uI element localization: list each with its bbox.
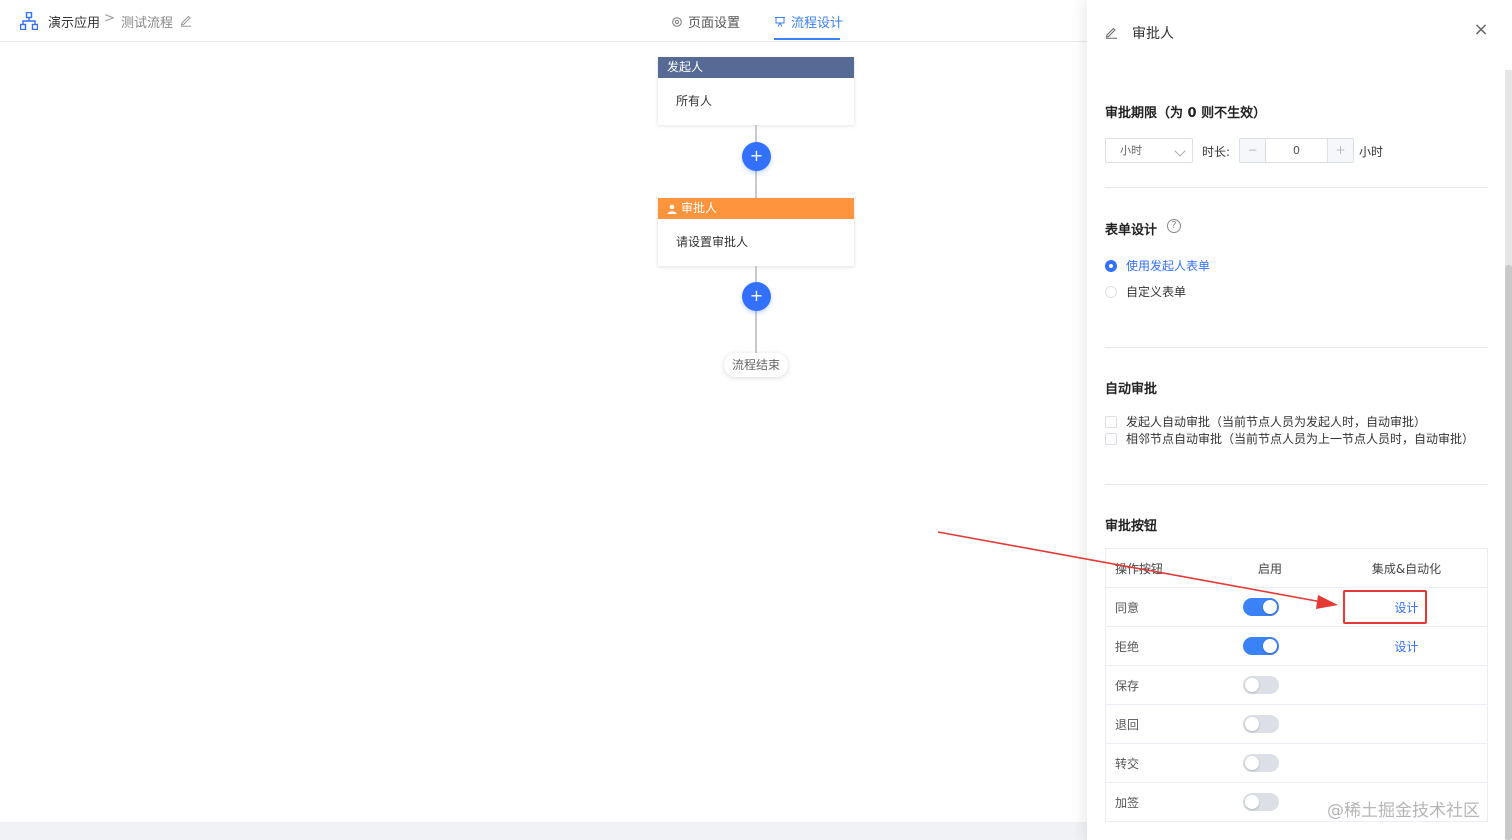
table-header-row: 操作按钮 启用 集成&自动化 (1106, 549, 1487, 588)
flow-end-node: 流程结束 (724, 353, 788, 377)
approver-settings-drawer: 审批人 × 审批期限（为 0 则不生效） 小时 时长: − 0 + 小时 表单设… (1087, 0, 1512, 840)
button-name: 加签 (1115, 795, 1140, 810)
radio-label: 使用发起人表单 (1126, 259, 1211, 273)
radio-use-initiator-form[interactable]: 使用发起人表单 (1105, 257, 1210, 274)
duration-label: 时长: (1202, 145, 1231, 159)
checkbox-label: 发起人自动审批（当前节点人员为发起人时，自动审批） (1126, 415, 1427, 429)
scrollbar-thumb[interactable] (1505, 265, 1512, 840)
decrement-button[interactable]: − (1240, 139, 1266, 162)
design-link[interactable]: 设计 (1326, 638, 1487, 655)
table-row: 同意 设计 (1106, 588, 1487, 627)
enable-toggle[interactable] (1243, 754, 1279, 772)
deadline-unit-select[interactable]: 小时 (1105, 138, 1193, 163)
tab-page-settings[interactable]: 页面设置 (671, 12, 740, 31)
table-row: 拒绝 设计 (1106, 627, 1487, 666)
flow-chart-icon (775, 16, 785, 27)
enable-toggle[interactable] (1243, 676, 1279, 694)
checkbox[interactable] (1105, 415, 1117, 428)
table-row: 转交 (1106, 744, 1487, 783)
org-chart-icon (20, 12, 38, 30)
approver-node-title: 审批人 (681, 201, 718, 215)
approver-node-header: 审批人 (658, 198, 854, 219)
annotation-highlight-box (1343, 590, 1427, 624)
start-node[interactable]: 发起人 所有人 (658, 57, 854, 125)
checkbox-adjacent-auto-approve[interactable]: 相邻节点自动审批（当前节点人员为上一节点人员时，自动审批） (1105, 430, 1474, 447)
active-tab-indicator (774, 38, 840, 40)
watermark: @稀土掘金技术社区 (1327, 801, 1480, 821)
breadcrumb-app[interactable]: 演示应用 (48, 12, 100, 31)
deadline-section-title: 审批期限（为 0 则不生效） (1105, 106, 1267, 121)
button-name: 退回 (1115, 717, 1140, 732)
start-node-content: 所有人 (676, 94, 713, 108)
table-row: 退回 (1106, 705, 1487, 744)
increment-button[interactable]: + (1327, 139, 1353, 162)
start-node-title: 发起人 (667, 60, 704, 74)
enable-toggle[interactable] (1243, 637, 1279, 655)
tab-label: 页面设置 (688, 16, 741, 31)
column-header-enabled: 启用 (1258, 561, 1283, 576)
select-value: 小时 (1120, 144, 1142, 157)
gear-icon (672, 16, 682, 27)
help-icon[interactable]: ? (1167, 219, 1181, 233)
enable-toggle[interactable] (1243, 715, 1279, 733)
auto-approve-section-title: 自动审批 (1105, 382, 1158, 397)
section-divider (1105, 347, 1488, 348)
radio-button[interactable] (1105, 259, 1117, 272)
enable-toggle[interactable] (1243, 793, 1279, 811)
approver-node[interactable]: 审批人 请设置审批人 (658, 198, 854, 266)
edit-pencil-icon[interactable] (180, 13, 192, 27)
add-node-button[interactable]: + (742, 282, 771, 311)
radio-button[interactable] (1105, 285, 1117, 298)
column-header-button: 操作按钮 (1115, 561, 1164, 576)
button-name: 转交 (1115, 756, 1140, 771)
chevron-down-icon (1174, 145, 1186, 157)
section-divider (1105, 484, 1488, 485)
drawer-scrollbar[interactable] (1505, 70, 1512, 840)
drawer-title: 审批人 (1132, 26, 1174, 42)
button-name: 拒绝 (1115, 639, 1140, 654)
form-design-section-title: 表单设计 (1105, 223, 1158, 238)
radio-label: 自定义表单 (1126, 285, 1187, 299)
checkbox-label: 相邻节点自动审批（当前节点人员为上一节点人员时，自动审批） (1126, 432, 1475, 446)
duration-unit-label: 小时 (1359, 145, 1384, 159)
add-node-button[interactable]: + (742, 142, 771, 171)
checkbox-initiator-auto-approve[interactable]: 发起人自动审批（当前节点人员为发起人时，自动审批） (1105, 413, 1426, 430)
approval-buttons-table: 操作按钮 启用 集成&自动化 同意 设计 拒绝 设计 保存 退回 转交 加签 (1105, 548, 1488, 822)
enable-toggle[interactable] (1243, 598, 1279, 616)
tab-label: 流程设计 (791, 16, 844, 31)
radio-custom-form[interactable]: 自定义表单 (1105, 283, 1186, 300)
approval-buttons-section-title: 审批按钮 (1105, 519, 1158, 534)
button-name: 保存 (1115, 678, 1140, 693)
breadcrumb-separator: > (104, 11, 115, 26)
edit-pencil-icon[interactable] (1105, 25, 1118, 39)
section-divider (1105, 187, 1488, 188)
breadcrumb-flow-name: 测试流程 (121, 16, 174, 31)
start-node-header: 发起人 (658, 57, 854, 78)
table-row: 保存 (1106, 666, 1487, 705)
user-icon (667, 204, 677, 214)
approver-node-content: 请设置审批人 (676, 235, 749, 249)
checkbox[interactable] (1105, 432, 1117, 445)
flow-canvas (0, 42, 1090, 822)
close-icon[interactable]: × (1473, 21, 1489, 39)
tab-flow-design[interactable]: 流程设计 (774, 12, 843, 31)
duration-stepper[interactable]: − 0 + (1239, 138, 1354, 163)
canvas-bottom-bar (0, 822, 1090, 840)
button-name: 同意 (1115, 600, 1140, 615)
duration-input[interactable]: 0 (1266, 139, 1327, 162)
column-header-automation: 集成&自动化 (1371, 561, 1442, 576)
